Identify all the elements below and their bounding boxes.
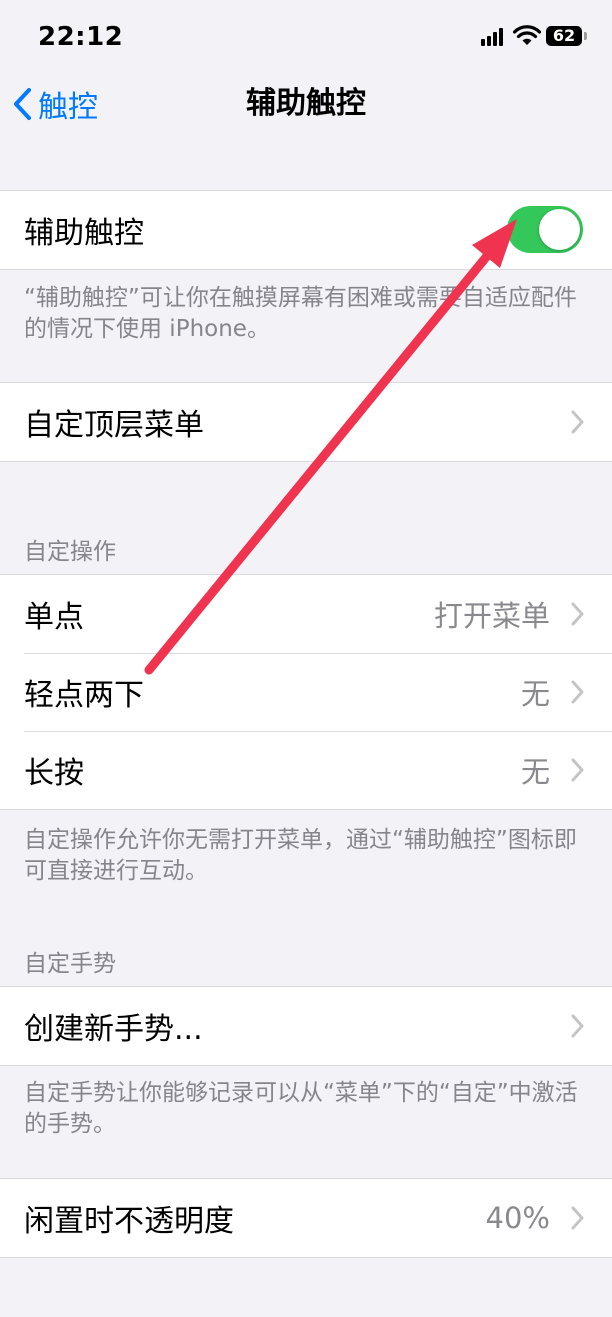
custom-actions-note: 自定操作允许你无需打开菜单，通过“辅助触控”图标即可直接进行互动。 — [24, 827, 577, 884]
custom-gestures-note: 自定手势让你能够记录可以从“菜单”下的“自定”中激活的手势。 — [24, 1080, 578, 1137]
idle-opacity-group: 闲置时不透明度 40% — [0, 1178, 612, 1258]
wifi-icon — [513, 25, 541, 45]
battery-level: 62 — [552, 26, 576, 45]
chevron-right-icon — [571, 680, 584, 704]
long-press-row[interactable]: 长按 无 — [0, 731, 612, 809]
chevron-right-icon — [571, 602, 584, 626]
single-tap-value: 打开菜单 — [433, 599, 550, 633]
double-tap-label: 轻点两下 — [24, 678, 144, 713]
idle-opacity-row[interactable]: 闲置时不透明度 40% — [0, 1179, 612, 1257]
create-gesture-row[interactable]: 创建新手势... — [0, 987, 612, 1065]
single-tap-label: 单点 — [24, 600, 84, 635]
idle-opacity-value: 40% — [485, 1201, 550, 1235]
custom-gestures-header: 自定手势 — [24, 951, 116, 977]
chevron-right-icon — [571, 410, 584, 434]
custom-actions-group: 单点 打开菜单 轻点两下 无 长按 无 — [0, 574, 612, 810]
create-gesture-label: 创建新手势... — [24, 1012, 203, 1047]
status-time: 22:12 — [38, 22, 124, 52]
customize-menu-group: 自定顶层菜单 — [0, 382, 612, 462]
assistive-touch-row: 辅助触控 — [0, 191, 612, 269]
chevron-right-icon — [571, 1014, 584, 1038]
battery-cap — [584, 32, 587, 40]
battery-icon: 62 — [546, 26, 582, 46]
navigation-bar: 触控 辅助触控 — [0, 76, 612, 132]
double-tap-value: 无 — [520, 677, 550, 711]
cellular-signal-icon — [481, 28, 507, 46]
status-bar: 22:12 62 — [0, 0, 612, 76]
customize-top-menu-label: 自定顶层菜单 — [24, 408, 204, 443]
single-tap-row[interactable]: 单点 打开菜单 — [0, 575, 612, 653]
toggle-knob — [539, 209, 580, 250]
idle-opacity-label: 闲置时不透明度 — [24, 1204, 234, 1239]
assistive-touch-toggle[interactable] — [507, 206, 583, 253]
assistive-touch-group: 辅助触控 — [0, 190, 612, 270]
long-press-value: 无 — [520, 755, 550, 789]
custom-gestures-group: 创建新手势... — [0, 986, 612, 1066]
assistive-touch-note: “辅助触控”可让你在触摸屏幕有困难或需要自适应配件的情况下使用 iPhone。 — [24, 285, 577, 342]
customize-top-menu-row[interactable]: 自定顶层菜单 — [0, 383, 612, 461]
chevron-right-icon — [571, 1206, 584, 1230]
chevron-right-icon — [571, 758, 584, 782]
chevron-left-icon — [14, 88, 31, 120]
custom-actions-header: 自定操作 — [24, 539, 116, 565]
long-press-label: 长按 — [24, 756, 84, 791]
assistive-touch-label: 辅助触控 — [24, 216, 144, 251]
double-tap-row[interactable]: 轻点两下 无 — [0, 653, 612, 731]
back-button[interactable]: 触控 — [12, 82, 98, 126]
back-button-label: 触控 — [38, 90, 98, 125]
